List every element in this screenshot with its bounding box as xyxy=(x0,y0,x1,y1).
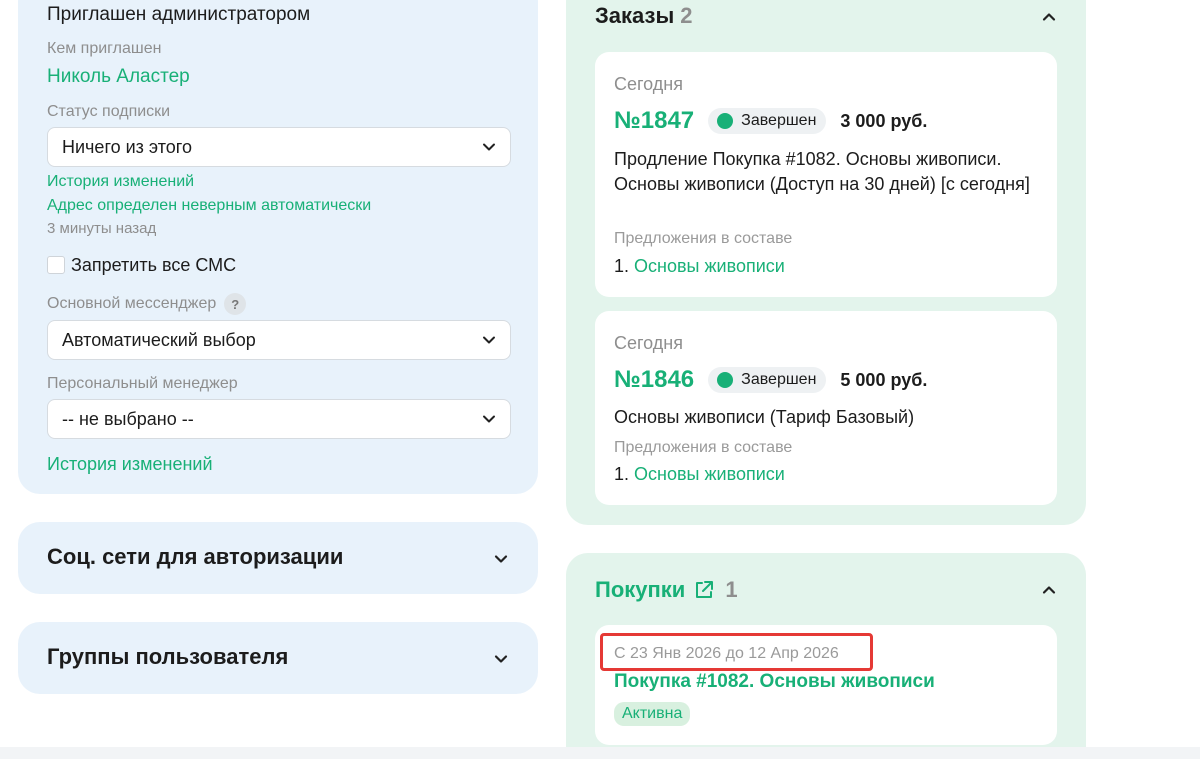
change-history-link[interactable]: История изменений xyxy=(47,173,194,191)
order-number[interactable]: №1846 xyxy=(614,366,694,394)
purchase-name-link[interactable]: Покупка #1082. Основы живописи xyxy=(614,671,935,693)
purchases-header[interactable]: Покупки 1 xyxy=(595,577,738,603)
manager-label: Персональный менеджер xyxy=(47,375,238,392)
order-card[interactable]: Сегодня №1847 Завершен 3 000 руб. Продле… xyxy=(595,52,1057,297)
purchase-status-badge: Активна xyxy=(614,702,691,726)
help-icon[interactable]: ? xyxy=(224,293,247,315)
purchases-card: Покупки 1 С 23 Янв 2026 до 12 Апр 2026 П… xyxy=(566,553,1086,759)
order-description: Продление Покупка #1082. Основы живописи… xyxy=(614,149,1030,194)
chevron-down-icon xyxy=(494,555,508,563)
messenger-select[interactable]: Автоматический выбор xyxy=(47,320,511,360)
block-sms-checkbox[interactable] xyxy=(47,256,65,274)
user-groups-title: Группы пользователя xyxy=(47,644,289,669)
messenger-value: Автоматический выбор xyxy=(62,329,256,350)
status-dot-icon xyxy=(717,113,734,129)
order-card[interactable]: Сегодня №1846 Завершен 5 000 руб. Основы… xyxy=(595,311,1057,505)
manager-value: -- не выбрано -- xyxy=(62,408,194,429)
change-timestamp: 3 минуты назад xyxy=(47,220,157,237)
invited-by-label: Кем приглашен xyxy=(47,40,162,57)
subscription-status-select[interactable]: Ничего из этого xyxy=(47,127,511,167)
offers-label: Предложения в составе xyxy=(614,439,793,456)
order-date: Сегодня xyxy=(614,74,683,94)
orders-header[interactable]: Заказы 2 xyxy=(595,3,693,29)
change-history-link-2[interactable]: История изменений xyxy=(47,454,213,475)
offer-item: 1. Основы живописи xyxy=(614,464,785,485)
subscription-status-value: Ничего из этого xyxy=(62,136,192,157)
highlight-box xyxy=(600,633,873,671)
address-note-link[interactable]: Адрес определен неверным автоматически xyxy=(47,197,371,215)
chevron-down-icon xyxy=(483,336,495,344)
status-text: Завершен xyxy=(741,112,817,129)
messenger-label: Основной мессенджер xyxy=(47,295,217,313)
invited-by-link[interactable]: Николь Аластер xyxy=(47,66,190,88)
invited-by-admin-text: Приглашен администратором xyxy=(47,4,311,25)
chevron-up-icon[interactable] xyxy=(1042,10,1056,24)
purchase-card[interactable]: С 23 Янв 2026 до 12 Апр 2026 Покупка #10… xyxy=(595,625,1057,745)
chevron-down-icon xyxy=(483,415,495,423)
manager-select[interactable]: -- не выбрано -- xyxy=(47,399,511,439)
purchases-title[interactable]: Покупки xyxy=(595,577,685,603)
orders-count: 2 xyxy=(680,3,693,28)
offers-label: Предложения в составе xyxy=(614,230,793,247)
status-badge: Завершен xyxy=(708,367,827,393)
offer-index: 1. xyxy=(614,256,630,276)
status-text: Завершен xyxy=(741,371,817,388)
offer-link[interactable]: Основы живописи xyxy=(634,464,785,484)
status-dot-icon xyxy=(717,372,734,388)
chevron-up-icon[interactable] xyxy=(1042,583,1056,597)
bottom-scrollbar-track xyxy=(0,747,1200,759)
order-number[interactable]: №1847 xyxy=(614,107,694,135)
social-networks-title: Соц. сети для авторизации xyxy=(47,544,344,569)
status-badge: Завершен xyxy=(708,108,827,134)
offer-index: 1. xyxy=(614,464,630,484)
order-summary-row: №1847 Завершен 3 000 руб. xyxy=(614,107,927,135)
orders-title: Заказы xyxy=(595,3,675,28)
offer-link[interactable]: Основы живописи xyxy=(634,256,785,276)
user-groups-accordion[interactable]: Группы пользователя xyxy=(18,622,538,694)
messenger-label-row: Основной мессенджер? xyxy=(47,293,247,315)
social-networks-accordion[interactable]: Соц. сети для авторизации xyxy=(18,522,538,594)
purchases-count: 1 xyxy=(725,577,738,602)
order-date: Сегодня xyxy=(614,333,683,353)
order-summary-row: №1846 Завершен 5 000 руб. xyxy=(614,366,927,394)
order-description: Основы живописи (Тариф Базовый) xyxy=(614,407,915,427)
offer-item: 1. Основы живописи xyxy=(614,256,785,277)
chevron-down-icon xyxy=(494,655,508,663)
order-price: 5 000 руб. xyxy=(840,369,928,390)
order-price: 3 000 руб. xyxy=(840,110,928,131)
external-link-icon[interactable] xyxy=(693,579,715,601)
block-sms-label: Запретить все СМС xyxy=(71,255,237,275)
orders-card: Заказы 2 Сегодня №1847 Завершен 3 000 ру… xyxy=(566,0,1086,525)
chevron-down-icon xyxy=(483,143,495,151)
profile-card: Приглашен администратором Кем приглашен … xyxy=(18,0,538,494)
subscription-status-label: Статус подписки xyxy=(47,103,171,120)
